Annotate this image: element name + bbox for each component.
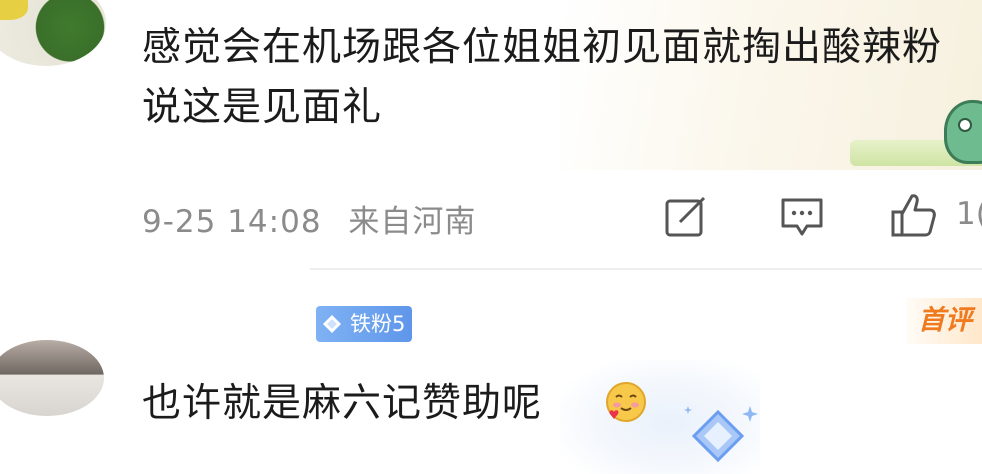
avatar-detail	[0, 0, 28, 20]
first-comment-tag: 首评	[906, 298, 982, 344]
comment-list: 感觉会在机场跟各位姐姐初见面就掏出酸辣粉说这是见面礼 9-25 14:08 来自…	[0, 0, 982, 474]
comment-text: 也许就是麻六记赞助呢	[142, 381, 543, 426]
sparkle-diamond-icon	[684, 406, 758, 463]
like-count: 1(	[956, 196, 982, 232]
blushing-heart-emoji-icon	[606, 382, 646, 422]
share-edit-icon[interactable]	[664, 196, 708, 238]
thumbs-up-icon[interactable]	[890, 192, 938, 238]
divider	[310, 268, 982, 270]
comment-text: 感觉会在机场跟各位姐姐初见面就掏出酸辣粉说这是见面礼	[142, 25, 943, 130]
comment-location: 来自河南	[348, 204, 477, 240]
diamond-badge-icon	[323, 315, 341, 333]
comment-bubble-icon[interactable]	[779, 196, 825, 238]
comment-date: 9-25 14:08	[142, 204, 322, 240]
avatar[interactable]	[0, 0, 106, 66]
comment-meta: 9-25 14:08 来自河南	[142, 196, 476, 241]
avatar[interactable]	[0, 340, 104, 416]
